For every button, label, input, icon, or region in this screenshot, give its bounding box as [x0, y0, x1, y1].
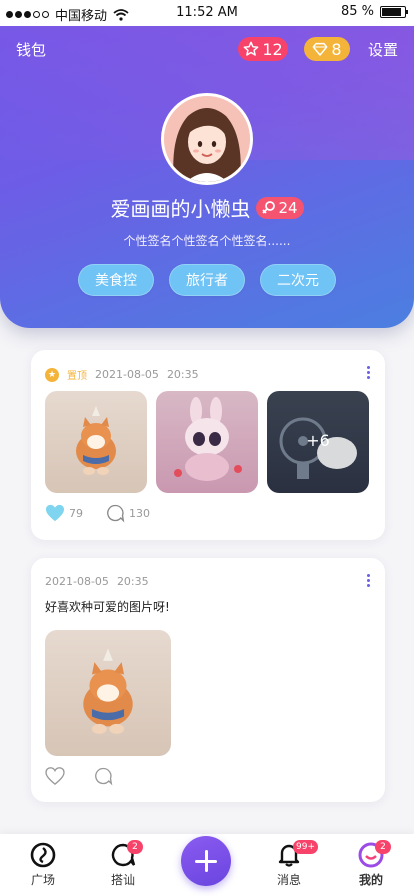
- plaza-icon: [30, 842, 56, 868]
- nav-item-messages[interactable]: 消息 99+: [259, 840, 319, 888]
- female-icon: [262, 200, 276, 214]
- post-date: 2021-08-05: [45, 575, 109, 588]
- star-icon: [243, 41, 259, 56]
- more-images-count: +6: [306, 431, 330, 450]
- comment-icon: [107, 504, 125, 523]
- post-text: 好喜欢种可爱的图片呀!: [45, 600, 170, 614]
- nav-badge: 2: [127, 840, 143, 854]
- nav-label: 广场: [30, 873, 55, 887]
- more-options-icon[interactable]: [367, 366, 370, 379]
- wallet-button[interactable]: 钱包: [16, 39, 46, 60]
- nav-label: 搭讪: [110, 873, 135, 887]
- post-image[interactable]: [45, 391, 147, 493]
- post-time: 20:35: [116, 575, 149, 588]
- like-count: 79: [69, 506, 83, 520]
- star-count: 12: [262, 39, 283, 59]
- nickname: 爱画画的小懒虫: [110, 197, 251, 221]
- post-card[interactable]: 2021-08-05 20:35 好喜欢种可爱的图片呀!: [31, 558, 385, 802]
- post-image-more[interactable]: +6: [267, 391, 369, 493]
- nav-item-plaza[interactable]: 广场: [13, 842, 73, 888]
- post-image[interactable]: [156, 391, 258, 493]
- tag-anime[interactable]: 二次元: [260, 264, 336, 296]
- comment-icon[interactable]: [93, 766, 113, 786]
- post-stats: [45, 766, 113, 786]
- status-bar: 中国移动 11:52 AM 85 %: [0, 0, 414, 26]
- pin-star-icon: ★: [45, 367, 59, 382]
- post-meta: 2021-08-05 20:35: [45, 575, 149, 588]
- avatar[interactable]: [161, 93, 253, 185]
- add-post-button[interactable]: [181, 836, 231, 886]
- heart-icon: [46, 504, 64, 522]
- gender-count: 24: [278, 198, 298, 217]
- shiba-illustration: [83, 648, 133, 734]
- comment-button[interactable]: 130: [105, 503, 150, 523]
- more-options-icon[interactable]: [367, 574, 370, 587]
- tag-list: 美食控 旅行者 二次元: [0, 264, 414, 296]
- post-image[interactable]: [45, 630, 171, 756]
- battery-label: 85 %: [340, 4, 374, 19]
- post-time: 20:35: [166, 368, 199, 381]
- settings-button[interactable]: 设置: [368, 39, 398, 60]
- like-button[interactable]: 79: [45, 504, 83, 522]
- signature: 个性签名个性签名个性签名......: [123, 234, 291, 248]
- shiba-illustration: [76, 406, 116, 475]
- post-card-pinned[interactable]: ★ 置顶 2021-08-05 20:35 +6 79 130: [31, 350, 385, 540]
- star-badge[interactable]: 12: [238, 37, 288, 61]
- nav-badge: 2: [375, 840, 391, 854]
- heart-outline-icon[interactable]: [45, 767, 65, 785]
- nickname-row: 爱画画的小懒虫 24: [0, 193, 414, 222]
- pinned-label: 置顶: [67, 371, 87, 382]
- status-right: 85 %: [340, 4, 408, 19]
- battery-icon: [380, 5, 408, 18]
- post-date: 2021-08-05: [95, 368, 159, 381]
- tag-traveler[interactable]: 旅行者: [169, 264, 245, 296]
- post-images: +6: [45, 391, 369, 493]
- comment-count: 130: [129, 506, 150, 520]
- gem-count: 8: [331, 39, 342, 59]
- gender-badge: 24: [256, 196, 304, 219]
- post-meta: ★ 置顶 2021-08-05 20:35: [45, 367, 199, 382]
- nav-item-me[interactable]: 我的 2: [341, 840, 401, 888]
- nav-label: 消息: [276, 873, 301, 887]
- nav-item-chat[interactable]: 搭讪 2: [93, 840, 153, 888]
- nav-label: 我的: [358, 873, 383, 887]
- post-stats: 79 130: [45, 503, 150, 523]
- tag-foodie[interactable]: 美食控: [78, 264, 154, 296]
- gem-badge[interactable]: 8: [304, 37, 350, 61]
- diamond-icon: [313, 42, 328, 56]
- avatar-illustration: [164, 96, 250, 182]
- nav-badge: 99+: [293, 840, 318, 854]
- bunny-illustration: [174, 397, 242, 481]
